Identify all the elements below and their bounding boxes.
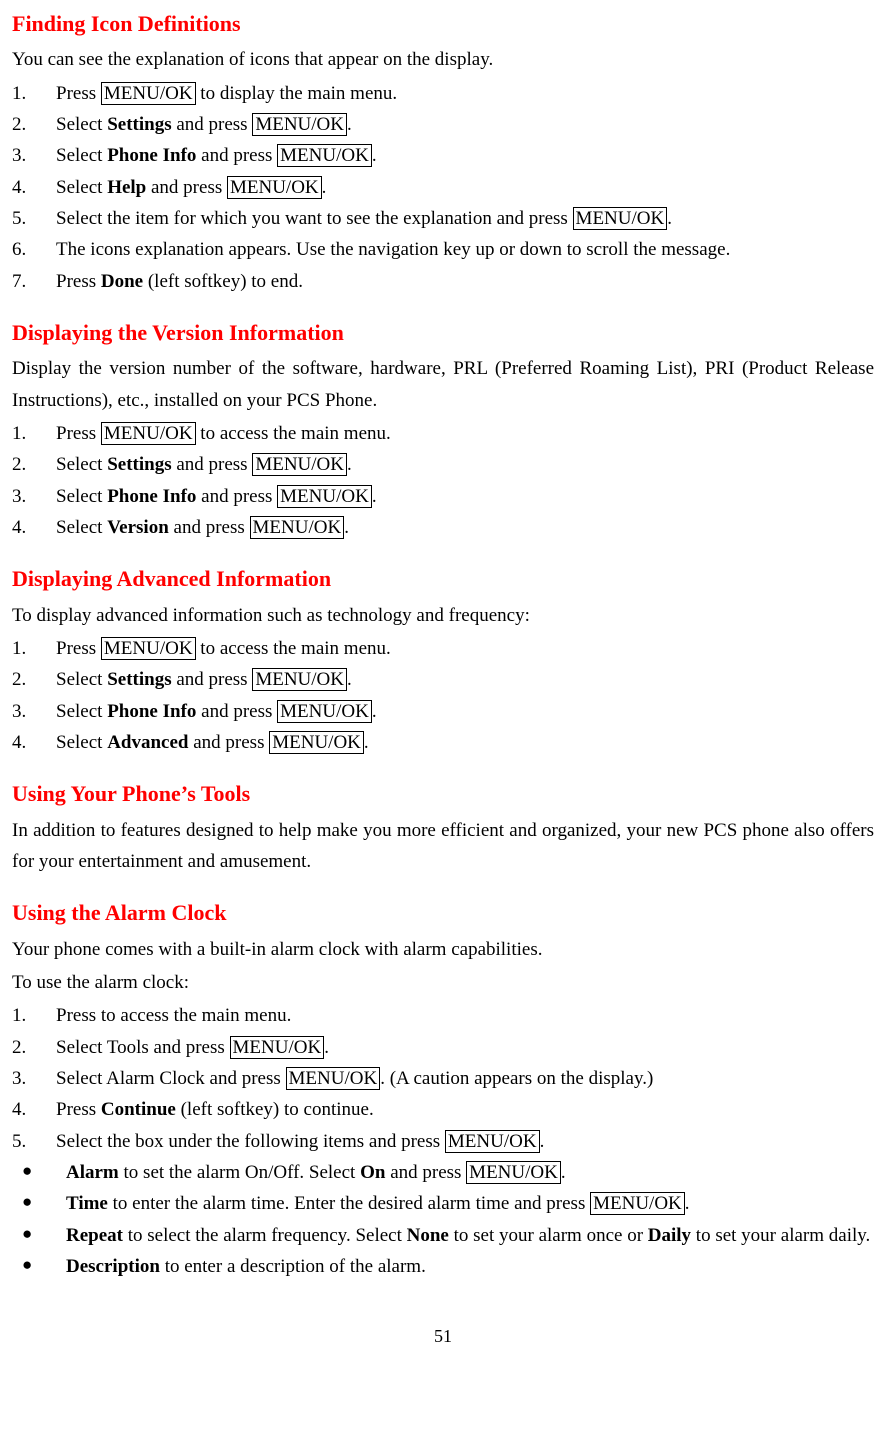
- heading-alarm-clock: Using the Alarm Clock: [12, 895, 874, 931]
- heading-finding-icon-definitions: Finding Icon Definitions: [12, 6, 874, 42]
- bullet-item: Description to enter a description of th…: [12, 1251, 874, 1282]
- page-number: 51: [12, 1322, 874, 1352]
- step: Select Help and press MENU/OK.: [12, 172, 874, 203]
- key-menuok: MENU/OK: [101, 422, 196, 445]
- bullet-item: Alarm to set the alarm On/Off. Select On…: [12, 1157, 874, 1188]
- heading-advanced-info: Displaying Advanced Information: [12, 561, 874, 597]
- key-menuok: MENU/OK: [252, 113, 347, 136]
- step: Select Tools and press MENU/OK.: [12, 1032, 874, 1063]
- key-menuok: MENU/OK: [286, 1067, 381, 1090]
- key-menuok: MENU/OK: [277, 485, 372, 508]
- key-menuok: MENU/OK: [101, 637, 196, 660]
- step: Select Settings and press MENU/OK.: [12, 449, 874, 480]
- step: Select the box under the following items…: [12, 1126, 874, 1157]
- step: Press MENU/OK to access the main menu.: [12, 633, 874, 664]
- key-menuok: MENU/OK: [269, 731, 364, 754]
- step: Select Settings and press MENU/OK.: [12, 109, 874, 140]
- key-menuok: MENU/OK: [445, 1130, 540, 1153]
- step: Press to access the main menu.: [12, 1000, 874, 1031]
- step: The icons explanation appears. Use the n…: [12, 234, 874, 265]
- steps-list: Press to access the main menu. Select To…: [12, 1000, 874, 1157]
- step: Press Continue (left softkey) to continu…: [12, 1094, 874, 1125]
- key-menuok: MENU/OK: [590, 1192, 685, 1215]
- bullet-list: Alarm to set the alarm On/Off. Select On…: [12, 1157, 874, 1282]
- step: Select the item for which you want to se…: [12, 203, 874, 234]
- key-menuok: MENU/OK: [230, 1036, 325, 1059]
- bullet-item: Time to enter the alarm time. Enter the …: [12, 1188, 874, 1219]
- intro-text: Your phone comes with a built-in alarm c…: [12, 934, 874, 965]
- intro-text: To display advanced information such as …: [12, 600, 874, 631]
- key-menuok: MENU/OK: [101, 82, 196, 105]
- steps-list: Press MENU/OK to display the main menu. …: [12, 78, 874, 297]
- step: Select Phone Info and press MENU/OK.: [12, 696, 874, 727]
- intro-text: To use the alarm clock:: [12, 967, 874, 998]
- step: Select Version and press MENU/OK.: [12, 512, 874, 543]
- step: Press MENU/OK to access the main menu.: [12, 418, 874, 449]
- key-menuok: MENU/OK: [466, 1161, 561, 1184]
- key-menuok: MENU/OK: [227, 176, 322, 199]
- step: Press MENU/OK to display the main menu.: [12, 78, 874, 109]
- step: Select Alarm Clock and press MENU/OK. (A…: [12, 1063, 874, 1094]
- intro-text: You can see the explanation of icons tha…: [12, 44, 874, 75]
- intro-text: In addition to features designed to help…: [12, 815, 874, 878]
- step: Select Phone Info and press MENU/OK.: [12, 481, 874, 512]
- key-menuok: MENU/OK: [252, 668, 347, 691]
- step: Select Settings and press MENU/OK.: [12, 664, 874, 695]
- bullet-item: Repeat to select the alarm frequency. Se…: [12, 1220, 874, 1251]
- heading-version-info: Displaying the Version Information: [12, 315, 874, 351]
- steps-list: Press MENU/OK to access the main menu. S…: [12, 418, 874, 543]
- step: Select Phone Info and press MENU/OK.: [12, 140, 874, 171]
- key-menuok: MENU/OK: [250, 516, 345, 539]
- key-menuok: MENU/OK: [277, 144, 372, 167]
- step: Press Done (left softkey) to end.: [12, 266, 874, 297]
- intro-text: Display the version number of the softwa…: [12, 353, 874, 416]
- step: Select Advanced and press MENU/OK.: [12, 727, 874, 758]
- key-menuok: MENU/OK: [573, 207, 668, 230]
- steps-list: Press MENU/OK to access the main menu. S…: [12, 633, 874, 758]
- heading-phone-tools: Using Your Phone’s Tools: [12, 776, 874, 812]
- key-menuok: MENU/OK: [252, 453, 347, 476]
- key-menuok: MENU/OK: [277, 700, 372, 723]
